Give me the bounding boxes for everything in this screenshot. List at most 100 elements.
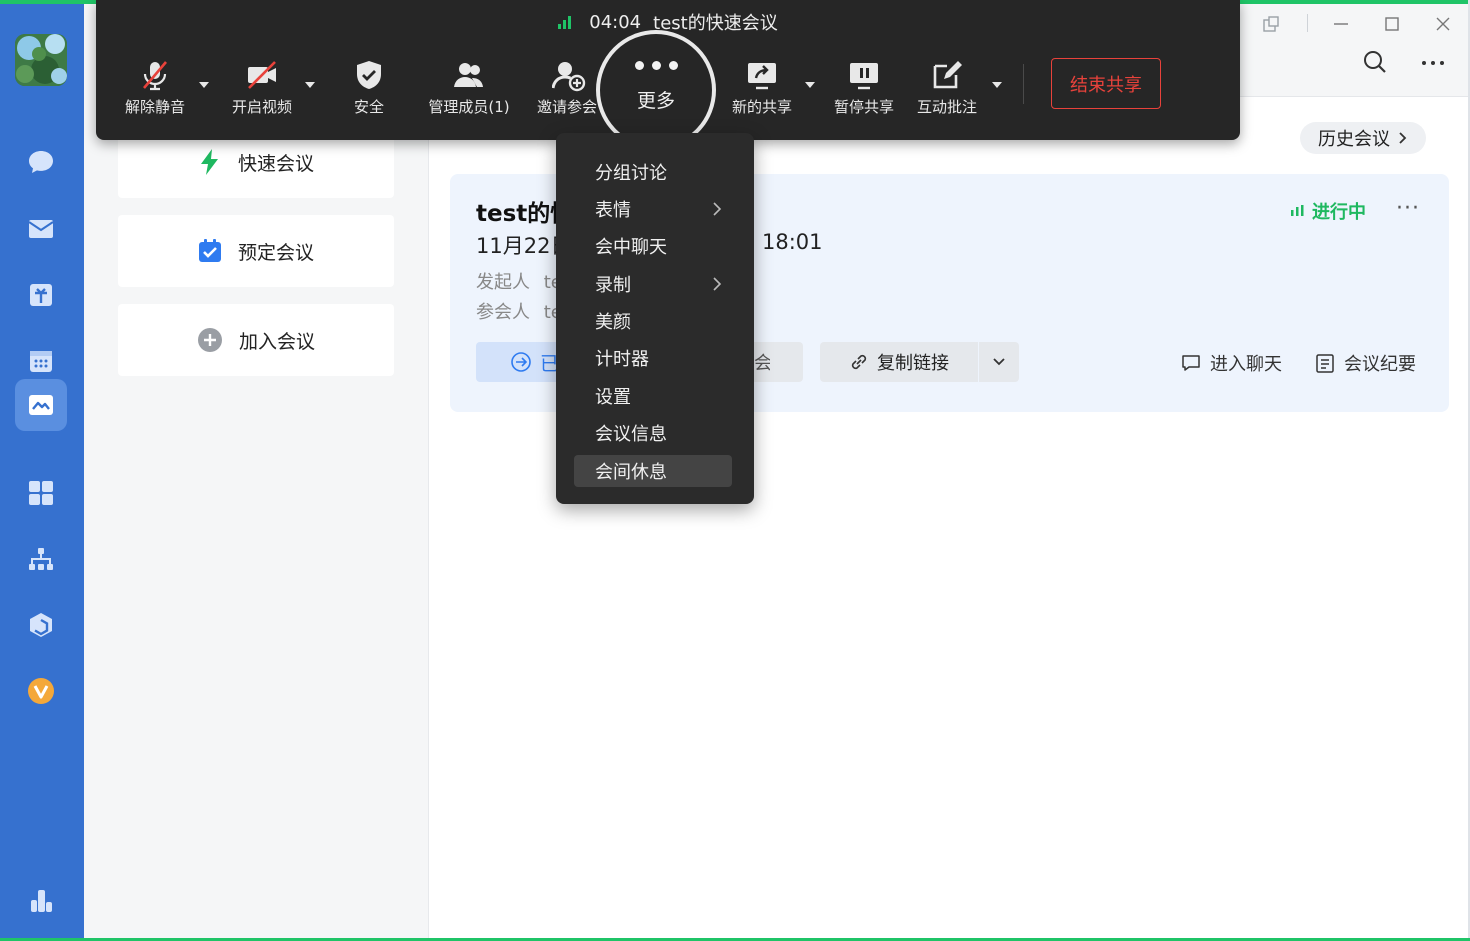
history-meetings-button[interactable]: 历史会议 <box>1300 122 1426 154</box>
annotate-label: 互动批注 <box>916 98 977 116</box>
join-meeting-button[interactable]: 加入会议 <box>118 304 394 376</box>
new-share-caret-icon[interactable] <box>805 82 815 88</box>
schedule-meeting-button[interactable]: 预定会议 <box>118 215 394 287</box>
unmute-button[interactable]: 解除静音 <box>122 58 188 128</box>
security-button[interactable]: 安全 <box>344 58 394 128</box>
enter-chat-label: 进入聊天 <box>1210 354 1282 375</box>
menu-item-break[interactable]: 会间休息 <box>574 455 732 487</box>
history-meetings-label: 历史会议 <box>1318 129 1390 150</box>
manage-members-label: 管理成员(1) <box>428 98 510 116</box>
meeting-card-more-icon[interactable]: ··· <box>1396 196 1420 221</box>
nav-app-orange-icon[interactable] <box>15 665 67 717</box>
invite-button[interactable]: 邀请参会 <box>537 58 603 128</box>
end-share-button[interactable]: 结束共享 <box>1051 58 1161 109</box>
enter-chat-button[interactable]: 进入聊天 <box>1180 350 1282 376</box>
joined-button[interactable]: 已 <box>476 342 558 382</box>
menu-item-chat[interactable]: 会中聊天 <box>574 230 732 262</box>
menu-item-label: 美颜 <box>595 312 631 333</box>
lightning-icon <box>200 149 218 175</box>
menu-item-meeting-info[interactable]: 会议信息 <box>574 417 732 449</box>
close-icon[interactable] <box>1428 10 1458 38</box>
menu-item-label: 会中聊天 <box>595 237 667 258</box>
nav-mail-icon[interactable] <box>15 203 67 255</box>
meeting-card-date: 11月22日 <box>476 234 558 258</box>
nav-docs-icon[interactable] <box>15 269 67 321</box>
chevron-right-icon <box>1399 132 1407 144</box>
meeting-card-organizer: 发起人 test <box>476 268 558 294</box>
nav-chat-icon[interactable] <box>15 136 67 188</box>
signal-bars-icon <box>1291 205 1304 216</box>
pause-share-icon <box>850 63 878 90</box>
invite-label: 邀请参会 <box>537 98 598 116</box>
more-options-icon[interactable] <box>1418 48 1448 76</box>
nav-org-icon[interactable] <box>15 533 67 585</box>
members-icon <box>454 63 483 87</box>
menu-item-breakout[interactable]: 分组讨论 <box>574 156 732 188</box>
nav-apps-icon[interactable] <box>15 467 67 519</box>
menu-item-beauty[interactable]: 美颜 <box>574 305 732 337</box>
meeting-card-end-time: 18:01 <box>762 230 823 254</box>
network-signal-icon <box>558 15 572 29</box>
video-off-icon <box>248 61 276 89</box>
more-button[interactable]: 更多 <box>596 30 716 150</box>
pause-share-label: 暂停共享 <box>833 98 894 116</box>
annotate-button[interactable]: 互动批注 <box>914 58 980 128</box>
new-share-label: 新的共享 <box>731 98 792 116</box>
calendar-check-icon <box>198 239 221 262</box>
pause-share-button[interactable]: 暂停共享 <box>831 58 897 128</box>
unmute-caret-icon[interactable] <box>199 82 209 88</box>
meeting-minutes-button[interactable]: 会议纪要 <box>1314 350 1416 376</box>
avatar[interactable] <box>15 34 67 86</box>
left-nav <box>0 4 84 938</box>
avatar-image <box>15 34 67 86</box>
minimize-icon[interactable] <box>1326 10 1356 38</box>
video-caret-icon[interactable] <box>305 82 315 88</box>
annotate-pen-icon <box>933 61 962 89</box>
menu-item-settings[interactable]: 设置 <box>574 380 732 412</box>
chevron-right-icon <box>713 277 722 291</box>
copy-link-button[interactable]: 复制链接 <box>820 342 978 382</box>
chat-bubble-icon <box>1182 355 1200 371</box>
search-icon[interactable] <box>1360 48 1390 76</box>
copy-link-dropdown[interactable] <box>979 342 1019 382</box>
nav-meeting-icon[interactable] <box>15 379 67 431</box>
nav-workbench-icon[interactable] <box>15 599 67 651</box>
joined-label: 已 <box>540 352 556 375</box>
shield-icon <box>357 61 381 89</box>
menu-item-label: 会议信息 <box>595 424 667 445</box>
plus-circle-icon <box>197 328 222 352</box>
more-label: 更多 <box>636 90 675 112</box>
unmute-label: 解除静音 <box>124 98 185 116</box>
start-video-button[interactable]: 开启视频 <box>226 58 298 128</box>
schedule-meeting-label: 预定会议 <box>237 241 314 264</box>
menu-item-reactions[interactable]: 表情 <box>574 193 732 225</box>
manage-members-button[interactable]: 管理成员(1) <box>422 58 516 128</box>
app-window: 快速会议 预定会议 加入会议 历史会议 test的快速会议 11月22日 18:… <box>0 0 1470 941</box>
more-menu: 分组讨论 表情 会中聊天 录制 美颜 计时器 设置 会议信息 会间休息 <box>556 133 754 504</box>
more-dots-icon <box>634 61 678 70</box>
pip-window-icon[interactable] <box>1256 10 1286 38</box>
participants-label: 参会人 <box>476 302 530 323</box>
menu-item-record[interactable]: 录制 <box>574 268 732 300</box>
menu-item-label: 录制 <box>595 275 631 296</box>
maximize-icon[interactable] <box>1377 10 1407 38</box>
chevron-right-icon <box>713 202 722 216</box>
menu-item-label: 表情 <box>595 200 631 221</box>
meeting-card-participants: 参会人 test <box>476 298 558 324</box>
invite-user-icon <box>552 62 586 92</box>
quick-meeting-label: 快速会议 <box>237 152 314 175</box>
menu-item-label: 分组讨论 <box>595 163 667 184</box>
start-video-label: 开启视频 <box>231 98 292 116</box>
chevron-down-icon <box>993 358 1005 366</box>
link-icon <box>851 354 867 370</box>
notes-icon <box>1316 354 1334 373</box>
copy-link-label: 复制链接 <box>877 353 949 374</box>
nav-bottom-app-icon[interactable] <box>15 875 67 927</box>
menu-item-label: 设置 <box>595 387 631 408</box>
menu-item-timer[interactable]: 计时器 <box>574 342 732 374</box>
enter-arrow-icon <box>511 352 531 372</box>
organizer-label: 发起人 <box>476 272 530 293</box>
new-share-button[interactable]: 新的共享 <box>727 58 797 128</box>
annotate-caret-icon[interactable] <box>992 82 1002 88</box>
hidden-action-label: 会 <box>754 353 770 374</box>
